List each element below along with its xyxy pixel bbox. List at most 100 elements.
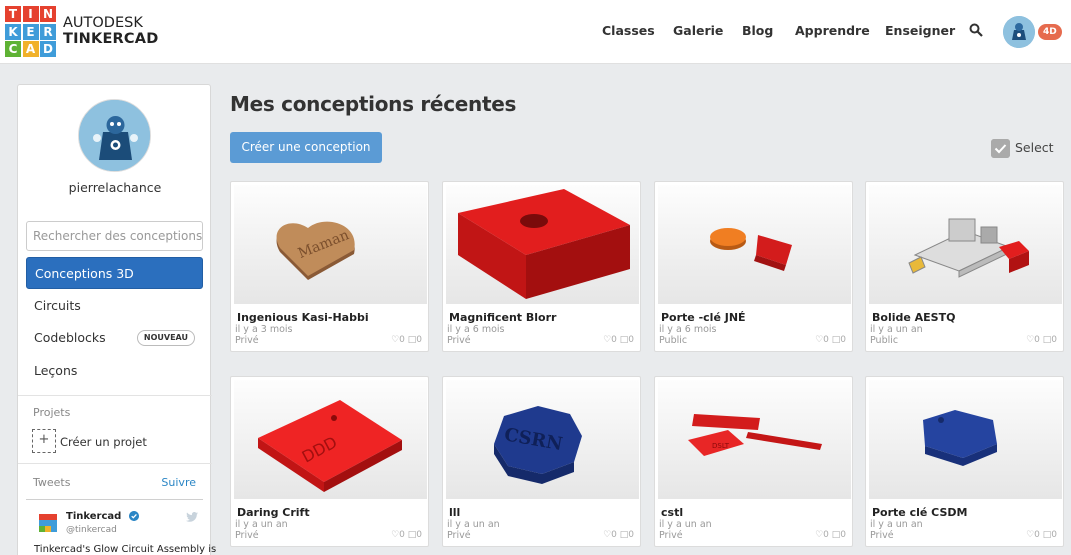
logo-letter: C	[5, 41, 21, 57]
design-thumbnail[interactable]	[869, 380, 1062, 499]
design-date: il y a 6 mois	[659, 324, 717, 335]
create-project-link[interactable]: Créer un projet	[60, 435, 147, 449]
heart-icon: ♡	[1026, 335, 1035, 345]
design-date: il y a un an	[235, 519, 288, 530]
logo-cell	[39, 520, 45, 526]
notification-badge[interactable]: 4D	[1038, 24, 1062, 40]
brand-line-tinkercad: TINKERCAD	[63, 31, 159, 47]
design-card[interactable]: DDD Daring Crift il y a un an Privé ♡0 □0	[230, 376, 429, 547]
design-card[interactable]: Porte -clé JNÉ il y a 6 mois Public ♡0 □0	[654, 181, 853, 352]
nav-enseigner[interactable]: Enseigner	[885, 23, 955, 38]
nav-blog[interactable]: Blog	[742, 23, 773, 38]
design-title[interactable]: lll	[449, 506, 460, 519]
heart-icon: ♡	[603, 335, 612, 345]
create-project-icon[interactable]: +	[32, 429, 56, 453]
design-visibility: Privé	[235, 530, 259, 541]
logo-cell	[39, 526, 45, 532]
design-thumbnail[interactable]	[869, 185, 1062, 304]
logo-letter: E	[22, 23, 39, 40]
design-stats: ♡0 □0	[815, 530, 846, 540]
design-stats: ♡0 □0	[1026, 530, 1057, 540]
design-card[interactable]: Bolide AESTQ il y a un an Public ♡0 □0	[865, 181, 1064, 352]
comments-count: 0	[1051, 530, 1057, 540]
design-thumbnail[interactable]	[658, 185, 851, 304]
heart-icon: ♡	[391, 530, 400, 540]
sidebar-item-3d-designs[interactable]: Conceptions 3D	[26, 257, 203, 289]
select-label[interactable]: Select	[1015, 140, 1054, 155]
sidebar-item-label: Leçons	[34, 363, 78, 378]
brand-line-autodesk: AUTODESK	[63, 15, 143, 31]
design-visibility: Privé	[447, 530, 471, 541]
comments-count: 0	[840, 335, 846, 345]
select-checkbox[interactable]	[991, 139, 1010, 158]
design-title[interactable]: Magnificent Blorr	[449, 311, 556, 324]
comment-icon: □	[1042, 530, 1052, 540]
nav-galerie[interactable]: Galerie	[673, 23, 723, 38]
design-title[interactable]: Porte -clé JNÉ	[661, 311, 746, 324]
design-thumbnail[interactable]	[446, 185, 639, 304]
search-icon[interactable]	[969, 23, 983, 37]
top-navigation-bar: TIN KER CAD AUTODESK TINKERCAD Classes Gal…	[0, 0, 1071, 64]
logo-letter: A	[22, 41, 39, 57]
design-stats: ♡0 □0	[1026, 335, 1057, 345]
design-title[interactable]: cstl	[661, 506, 683, 519]
design-title[interactable]: Porte clé CSDM	[872, 506, 967, 519]
heart-icon: ♡	[815, 530, 824, 540]
design-card[interactable]: Porte clé CSDM il y a un an Privé ♡0 □0	[865, 376, 1064, 547]
design-thumbnail[interactable]: DSLT	[658, 380, 851, 499]
design-title[interactable]: Ingenious Kasi-Habbi	[237, 311, 369, 324]
sidebar-item-lessons[interactable]: Leçons	[26, 355, 203, 387]
comment-icon: □	[407, 335, 417, 345]
design-date: il y a un an	[870, 324, 923, 335]
logo-letter: D	[40, 41, 56, 57]
design-visibility: Privé	[447, 335, 471, 346]
profile-avatar[interactable]	[78, 99, 151, 172]
brand-name[interactable]: AUTODESK TINKERCAD	[63, 15, 158, 47]
design-visibility: Privé	[235, 335, 259, 346]
design-card[interactable]: Maman Ingenious Kasi-Habbi il y a 3 mois Pr…	[230, 181, 429, 352]
logo-cell	[45, 514, 51, 520]
design-thumbnail[interactable]: DDD	[234, 380, 427, 499]
logo-letter: K	[5, 23, 21, 40]
tweet-author-name[interactable]: Tinkercad	[66, 511, 121, 522]
user-avatar[interactable]	[1003, 16, 1035, 48]
design-thumbnail[interactable]: CSRN	[446, 380, 639, 499]
design-stats: ♡0 □0	[603, 335, 634, 345]
search-designs-input[interactable]: Rechercher des conceptions	[26, 221, 203, 251]
comments-count: 0	[416, 335, 422, 345]
nav-apprendre[interactable]: Apprendre	[795, 23, 870, 38]
heart-icon: ♡	[1026, 530, 1035, 540]
plus-icon: +	[38, 432, 50, 447]
sidebar-item-label: Conceptions 3D	[35, 266, 134, 281]
username: pierrelachance	[68, 180, 162, 195]
design-thumbnail[interactable]: Maman	[234, 185, 427, 304]
logo-cell	[39, 514, 45, 520]
nav-classes[interactable]: Classes	[602, 23, 655, 38]
design-title[interactable]: Bolide AESTQ	[872, 311, 955, 324]
create-design-button[interactable]: Créer une conception	[230, 132, 382, 163]
design-title[interactable]: Daring Crift	[237, 506, 310, 519]
likes-count: 0	[823, 530, 829, 540]
sidebar-item-codeblocks[interactable]: Codeblocks NOUVEAU	[26, 322, 203, 354]
page-title: Mes conceptions récentes	[230, 92, 517, 116]
tweet-author-handle[interactable]: @tinkercad	[66, 525, 117, 535]
tinkercad-logo[interactable]: TIN KER CAD	[5, 6, 56, 57]
design-card[interactable]: CSRN lll il y a un an Privé ♡0 □0	[442, 376, 641, 547]
design-date: il y a un an	[447, 519, 500, 530]
logo-cell	[51, 526, 57, 532]
logo-cell	[51, 520, 57, 526]
design-card[interactable]: Magnificent Blorr il y a 6 mois Privé ♡0 □0	[442, 181, 641, 352]
comments-count: 0	[840, 530, 846, 540]
logo-letter: I	[22, 6, 39, 22]
logo-cell	[51, 514, 57, 520]
design-date: il y a 3 mois	[235, 324, 293, 335]
verified-icon	[129, 511, 139, 521]
sidebar-item-circuits[interactable]: Circuits	[26, 290, 203, 322]
tweet-text: Tinkercad's Glow Circuit Assembly is	[34, 544, 217, 555]
design-card[interactable]: DSLT cstl il y a un an Privé ♡0 □0	[654, 376, 853, 547]
new-badge: NOUVEAU	[136, 330, 195, 346]
tinkercad-logo-small[interactable]	[39, 514, 57, 532]
likes-count: 0	[611, 530, 617, 540]
follow-link[interactable]: Suivre	[161, 476, 196, 489]
likes-count: 0	[611, 335, 617, 345]
